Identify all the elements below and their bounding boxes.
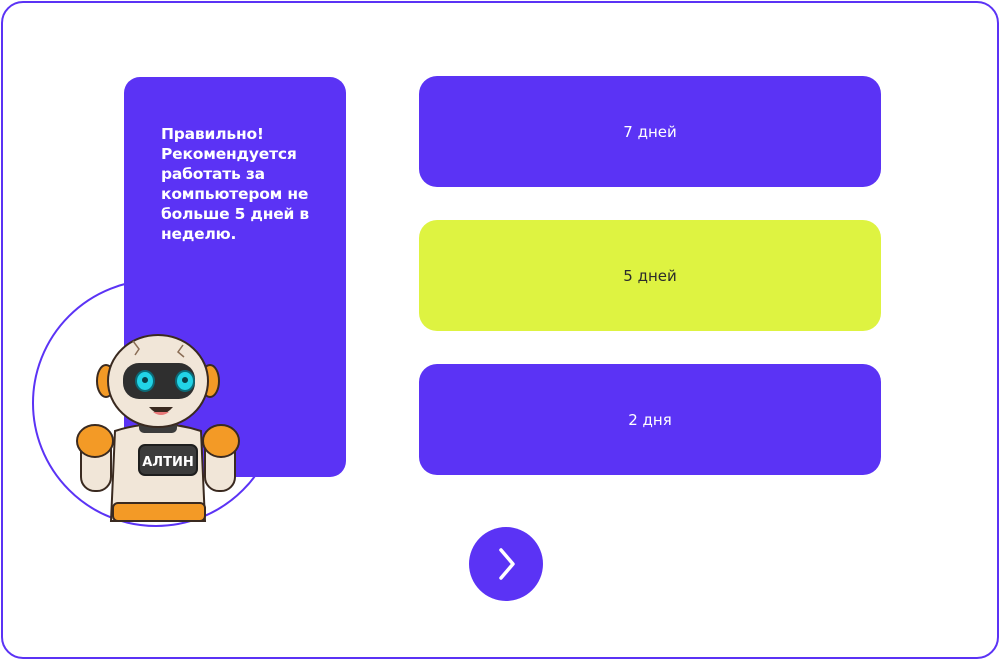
answer-option-label: 2 дня	[628, 410, 672, 429]
mascot-badge-label: АЛТИН	[142, 455, 194, 470]
robot-mascot-icon: АЛТИН	[76, 334, 240, 522]
next-button[interactable]	[469, 527, 543, 601]
answer-option-label: 7 дней	[623, 122, 677, 141]
answer-option-2-days[interactable]: 2 дня	[419, 364, 881, 475]
feedback-message: Правильно! Рекомендуется работать за ком…	[161, 125, 309, 243]
answer-option-label: 5 дней	[623, 266, 677, 285]
answer-option-5-days[interactable]: 5 дней	[419, 220, 881, 331]
quiz-card: Правильно! Рекомендуется работать за ком…	[1, 1, 999, 659]
chevron-right-icon	[499, 548, 515, 580]
answer-option-7-days[interactable]: 7 дней	[419, 76, 881, 187]
